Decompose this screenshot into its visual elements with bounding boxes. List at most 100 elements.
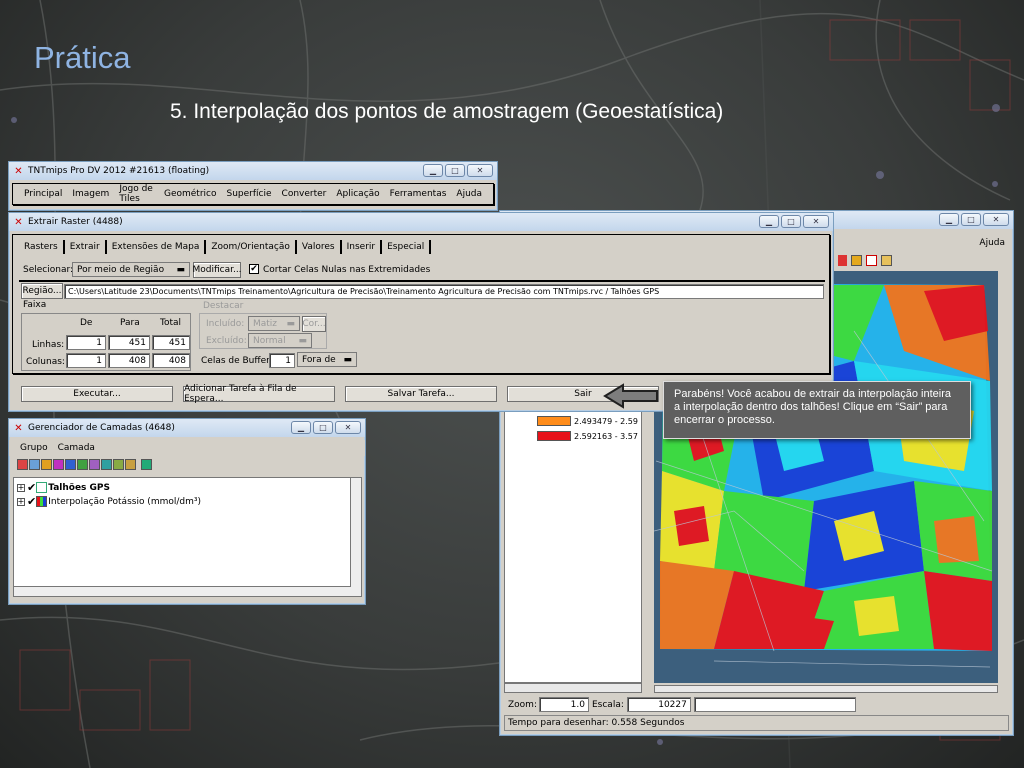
- zoom-field[interactable]: 1.0: [538, 697, 589, 712]
- region-icon[interactable]: [101, 459, 112, 470]
- colunas-para-field[interactable]: 408: [108, 353, 150, 368]
- slide-title: Prática: [34, 40, 131, 75]
- menu-imagem[interactable]: Imagem: [67, 189, 114, 199]
- col-header-total: Total: [160, 318, 182, 328]
- tin-icon[interactable]: [77, 459, 88, 470]
- layer-name-1: Talhões GPS: [48, 482, 111, 493]
- row-label-linhas: Linhas:: [32, 340, 65, 350]
- raster-layer-icon: [36, 496, 48, 507]
- tab-inserir[interactable]: Inserir: [341, 240, 383, 254]
- close-icon[interactable]: ✕: [335, 421, 361, 434]
- menu-ferramentas[interactable]: Ferramentas: [385, 189, 452, 199]
- dropdown-arrow-icon: ▬: [286, 318, 295, 329]
- add-to-queue-button[interactable]: Adicionar Tarefa à Fila de Espera...: [183, 384, 335, 404]
- tab-extrair[interactable]: Extrair: [64, 240, 107, 254]
- select-icon[interactable]: [850, 255, 862, 266]
- menu-principal[interactable]: Principal: [19, 189, 67, 199]
- close-icon[interactable]: ✕: [467, 164, 493, 177]
- expand-icon[interactable]: +: [17, 483, 25, 492]
- minimize-icon[interactable]: ▁: [759, 215, 779, 228]
- legend-scrollbar[interactable]: [504, 683, 642, 693]
- save-task-button[interactable]: Salvar Tarefa...: [345, 386, 497, 402]
- close-icon[interactable]: ✕: [983, 213, 1009, 226]
- included-dropdown[interactable]: Matiz ▬: [248, 316, 300, 331]
- buffer-field[interactable]: 1: [269, 353, 295, 368]
- col-header-para: Para: [120, 318, 140, 328]
- status-bar: Tempo para desenhar: 0.558 Segundos: [504, 715, 1009, 731]
- maximize-icon[interactable]: □: [781, 215, 801, 228]
- layer-list-hscroll[interactable]: [14, 586, 351, 596]
- layer-item-talhoes[interactable]: + ✔ Talhões GPS: [17, 481, 110, 494]
- pointer-icon[interactable]: [838, 255, 847, 266]
- expand-icon[interactable]: +: [17, 497, 25, 506]
- visible-checkbox-icon[interactable]: ✔: [27, 481, 36, 494]
- legend-label-2: 2.592163 - 3.57: [574, 431, 638, 441]
- maximize-icon[interactable]: □: [313, 421, 333, 434]
- box-select-icon[interactable]: [865, 255, 877, 266]
- menu-aplicacao[interactable]: Aplicação: [331, 189, 384, 199]
- vector-icon[interactable]: [41, 459, 52, 470]
- map-icon[interactable]: [113, 459, 124, 470]
- main-titlebar[interactable]: ✕ TNTmips Pro DV 2012 #21613 (floating) …: [9, 162, 497, 180]
- shape-icon[interactable]: [65, 459, 76, 470]
- add-layer-icon[interactable]: [17, 459, 28, 470]
- tab-especial[interactable]: Especial: [382, 240, 432, 254]
- tab-valores[interactable]: Valores: [296, 240, 342, 254]
- minimize-icon[interactable]: ▁: [291, 421, 311, 434]
- tab-rasters[interactable]: Rasters: [19, 240, 65, 254]
- colunas-total-field: 408: [152, 353, 190, 368]
- menu-ajuda[interactable]: Ajuda: [451, 189, 487, 199]
- buffer-label: Celas de Buffer: [201, 356, 270, 366]
- layer-titlebar[interactable]: ✕ Gerenciador de Camadas (4648) ▁ □ ✕: [9, 419, 365, 437]
- layer-name-2: Interpolação Potássio (mmol/dm³): [48, 496, 201, 507]
- region-path-field[interactable]: C:\Users\Latitude 23\Documents\TNTmips T…: [64, 284, 824, 299]
- menu-geometrico[interactable]: Geométrico: [159, 189, 222, 199]
- tntmips-logo-icon: ✕: [14, 216, 23, 228]
- grid-icon[interactable]: [141, 459, 152, 470]
- tools-icon[interactable]: [880, 255, 892, 266]
- db-icon[interactable]: [89, 459, 100, 470]
- text-icon[interactable]: [125, 459, 136, 470]
- visible-checkbox-icon[interactable]: ✔: [27, 495, 36, 508]
- menu-jogo-de-tiles[interactable]: Jogo de Tiles: [114, 184, 159, 204]
- modify-button[interactable]: Modificar...: [192, 262, 242, 278]
- menu-layer[interactable]: Camada: [53, 443, 100, 453]
- instruction-callout: Parabéns! Você acabou de extrair da inte…: [663, 381, 971, 439]
- dropdown-arrow-icon: ▬: [176, 264, 185, 275]
- legend-swatch-1: [537, 416, 571, 426]
- select-dropdown[interactable]: Por meio de Região ▬: [72, 262, 190, 277]
- tab-zoom[interactable]: Zoom/Orientação: [206, 240, 297, 254]
- maximize-icon[interactable]: □: [445, 164, 465, 177]
- col-header-de: De: [80, 318, 93, 328]
- menu-help[interactable]: Ajuda: [979, 238, 1005, 248]
- raster-icon[interactable]: [29, 459, 40, 470]
- layer-list-scrollbar[interactable]: [350, 478, 361, 596]
- menu-superficie[interactable]: Superfície: [222, 189, 277, 199]
- color-button[interactable]: Cor...: [302, 316, 326, 332]
- excluded-dropdown[interactable]: Normal ▬: [248, 333, 312, 348]
- minimize-icon[interactable]: ▁: [939, 213, 959, 226]
- extract-titlebar[interactable]: ✕ Extrair Raster (4488) ▁ □ ✕: [9, 213, 833, 231]
- clip-checkbox[interactable]: ✔: [249, 264, 259, 274]
- menu-converter[interactable]: Converter: [277, 189, 332, 199]
- layer-item-interpolacao[interactable]: + ✔ Interpolação Potássio (mmol/dm³): [17, 495, 201, 508]
- linhas-de-field[interactable]: 1: [66, 335, 106, 350]
- map-scrollbar[interactable]: [654, 685, 998, 693]
- close-icon[interactable]: ✕: [803, 215, 829, 228]
- region-button[interactable]: Região...: [21, 283, 63, 299]
- execute-button[interactable]: Executar...: [21, 386, 173, 402]
- dropdown-arrow-icon: ▬: [298, 335, 307, 346]
- colunas-de-field[interactable]: 1: [66, 353, 106, 368]
- minimize-icon[interactable]: ▁: [423, 164, 443, 177]
- scale-field[interactable]: 10227: [626, 697, 691, 712]
- tab-extensoes[interactable]: Extensões de Mapa: [106, 240, 207, 254]
- tntmips-logo-icon: ✕: [14, 165, 23, 177]
- cad-icon[interactable]: [53, 459, 64, 470]
- linhas-para-field[interactable]: 451: [108, 335, 150, 350]
- menu-group[interactable]: Grupo: [15, 443, 53, 453]
- maximize-icon[interactable]: □: [961, 213, 981, 226]
- buffer-mode-dropdown[interactable]: Fora de ▬: [297, 352, 357, 367]
- tab-strip: Rasters Extrair Extensões de Mapa Zoom/O…: [19, 240, 432, 254]
- coord-field[interactable]: [693, 697, 856, 712]
- row-label-colunas: Colunas:: [26, 357, 65, 367]
